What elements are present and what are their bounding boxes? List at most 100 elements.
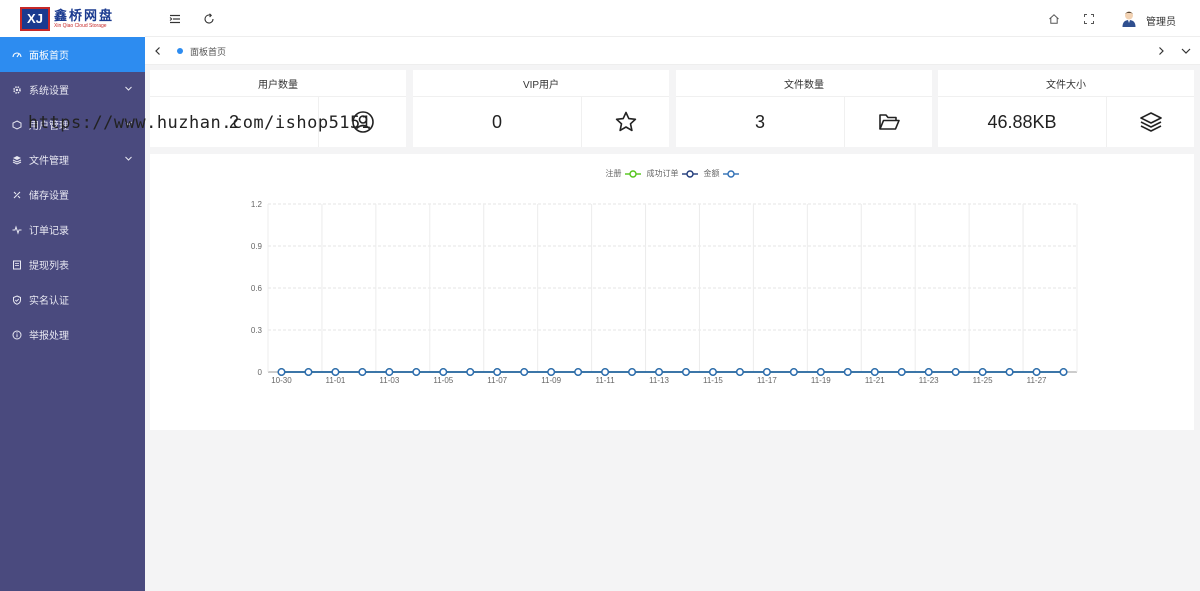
data-point — [978, 368, 987, 376]
storage-icon — [12, 190, 22, 200]
sidebar-item-label: 面板首页 — [29, 51, 69, 62]
sidebar-item-label: 文件管理 — [29, 156, 69, 167]
x-tick-label: 11-23 — [919, 376, 939, 385]
tab-scroll-left-icon[interactable] — [151, 44, 165, 58]
data-point — [466, 368, 475, 376]
gear-icon — [12, 85, 22, 95]
data-point — [520, 368, 529, 376]
menu-collapse-icon[interactable] — [167, 11, 183, 27]
logo-mark: XJ — [20, 6, 50, 31]
card-title: 用户数量 — [150, 70, 406, 97]
sidebar-item-real-name-auth[interactable]: 实名认证 — [0, 282, 145, 317]
x-tick-label: 11-05 — [433, 376, 453, 385]
users-icon — [12, 119, 22, 130]
data-point — [547, 368, 556, 376]
data-point — [601, 368, 609, 376]
logo[interactable]: XJ 鑫桥网盘 Xin Qiao Cloud Storage — [0, 0, 145, 37]
data-point — [358, 368, 367, 376]
sidebar-item-storage-settings[interactable]: 储存设置 — [0, 177, 145, 212]
shield-icon — [12, 294, 22, 305]
star-icon — [581, 97, 669, 147]
tab-dashboard[interactable]: 面板首页 — [177, 44, 226, 58]
folder-open-icon — [844, 97, 932, 147]
sidebar-item-order-records[interactable]: 订单记录 — [0, 212, 145, 247]
card-title: 文件数量 — [676, 70, 932, 97]
layers-icon — [12, 155, 22, 165]
data-point — [331, 368, 340, 376]
data-point — [304, 368, 313, 376]
y-tick-label: 1.2 — [251, 200, 263, 209]
logo-subtitle: Xin Qiao Cloud Storage — [54, 22, 107, 29]
y-tick-label: 0 — [258, 368, 263, 377]
x-tick-label: 11-09 — [541, 376, 561, 385]
chevron-down-icon[interactable] — [1179, 44, 1193, 58]
tabs-bar: 面板首页 — [145, 37, 1200, 65]
stat-card-vip: VIP用户 0 — [413, 70, 669, 147]
avatar[interactable] — [1120, 9, 1138, 27]
data-point — [870, 368, 879, 376]
x-tick-label: 10-30 — [271, 376, 292, 385]
x-tick-label: 11-25 — [973, 376, 993, 385]
logo-title: 鑫桥网盘 — [54, 7, 115, 23]
x-tick-label: 11-21 — [865, 376, 885, 385]
chart-panel: 注册 成功订单 金额 0 0.3 0.6 0.9 1.2 10-30 11-01 11-03 1… — [150, 154, 1194, 430]
data-point — [682, 368, 690, 376]
x-tick-label: 11-15 — [703, 376, 723, 385]
dashboard-icon — [12, 50, 22, 60]
tab-label: 面板首页 — [190, 46, 227, 57]
y-tick-label: 0.6 — [251, 284, 263, 293]
sidebar-item-label: 提现列表 — [29, 261, 69, 272]
refresh-icon[interactable] — [201, 11, 217, 27]
watermark-text: https://www.huzhan.com/ishop5151 — [28, 113, 372, 133]
data-point — [655, 368, 663, 376]
sidebar-item-report-handling[interactable]: 举报处理 — [0, 317, 145, 352]
tab-scroll-right-icon[interactable] — [1154, 44, 1168, 58]
info-icon — [12, 330, 22, 340]
user-name[interactable]: 管理员 — [1146, 13, 1176, 28]
line-chart: 0 0.3 0.6 0.9 1.2 10-30 11-01 11-03 11-05 11-07 11… — [251, 200, 1078, 385]
data-point — [924, 368, 933, 376]
x-tick-label: 11-01 — [325, 376, 345, 385]
sidebar: XJ 鑫桥网盘 Xin Qiao Cloud Storage 面板首页 系统设置… — [0, 0, 145, 591]
sidebar-item-label: 举报处理 — [29, 331, 69, 342]
card-value: 46.88KB — [987, 111, 1057, 132]
activity-icon — [12, 224, 22, 235]
home-icon[interactable] — [1046, 11, 1062, 27]
data-point — [897, 368, 906, 376]
card-value: 3 — [754, 111, 765, 132]
data-point — [412, 368, 421, 376]
card-title: 文件大小 — [938, 70, 1194, 97]
x-tick-label: 11-11 — [595, 376, 615, 385]
sidebar-item-label: 实名认证 — [29, 296, 69, 307]
sidebar-item-dashboard[interactable]: 面板首页 — [0, 37, 145, 72]
data-point — [628, 368, 636, 376]
sidebar-item-system-settings[interactable]: 系统设置 — [0, 72, 145, 107]
data-point — [1059, 368, 1068, 376]
data-point — [385, 368, 394, 376]
y-tick-label: 0.3 — [251, 326, 263, 335]
data-point — [951, 368, 960, 376]
data-point — [277, 368, 286, 376]
data-point — [762, 368, 771, 376]
x-tick-label: 11-27 — [1027, 376, 1047, 385]
fullscreen-icon[interactable] — [1081, 11, 1097, 27]
data-point — [493, 368, 502, 376]
stat-card-file-size: 文件大小 46.88KB — [938, 70, 1194, 147]
data-point — [789, 368, 798, 376]
data-point — [574, 368, 583, 376]
data-point — [709, 368, 717, 376]
stat-card-files: 文件数量 3 — [676, 70, 932, 147]
x-tick-label: 11-19 — [811, 376, 831, 385]
x-tick-label: 11-03 — [379, 376, 399, 385]
y-tick-label: 0.9 — [251, 242, 263, 251]
card-value: 0 — [491, 111, 502, 132]
x-tick-label: 11-17 — [757, 376, 777, 385]
x-tick-label: 11-13 — [649, 376, 669, 385]
sidebar-item-label: 储存设置 — [29, 191, 69, 202]
sidebar-item-file-management[interactable]: 文件管理 — [0, 142, 145, 177]
top-header: 管理员 — [145, 0, 1200, 37]
data-point — [1005, 368, 1014, 376]
chevron-down-icon — [124, 154, 133, 166]
sidebar-item-withdrawal-list[interactable]: 提现列表 — [0, 247, 145, 282]
data-point — [439, 368, 448, 376]
